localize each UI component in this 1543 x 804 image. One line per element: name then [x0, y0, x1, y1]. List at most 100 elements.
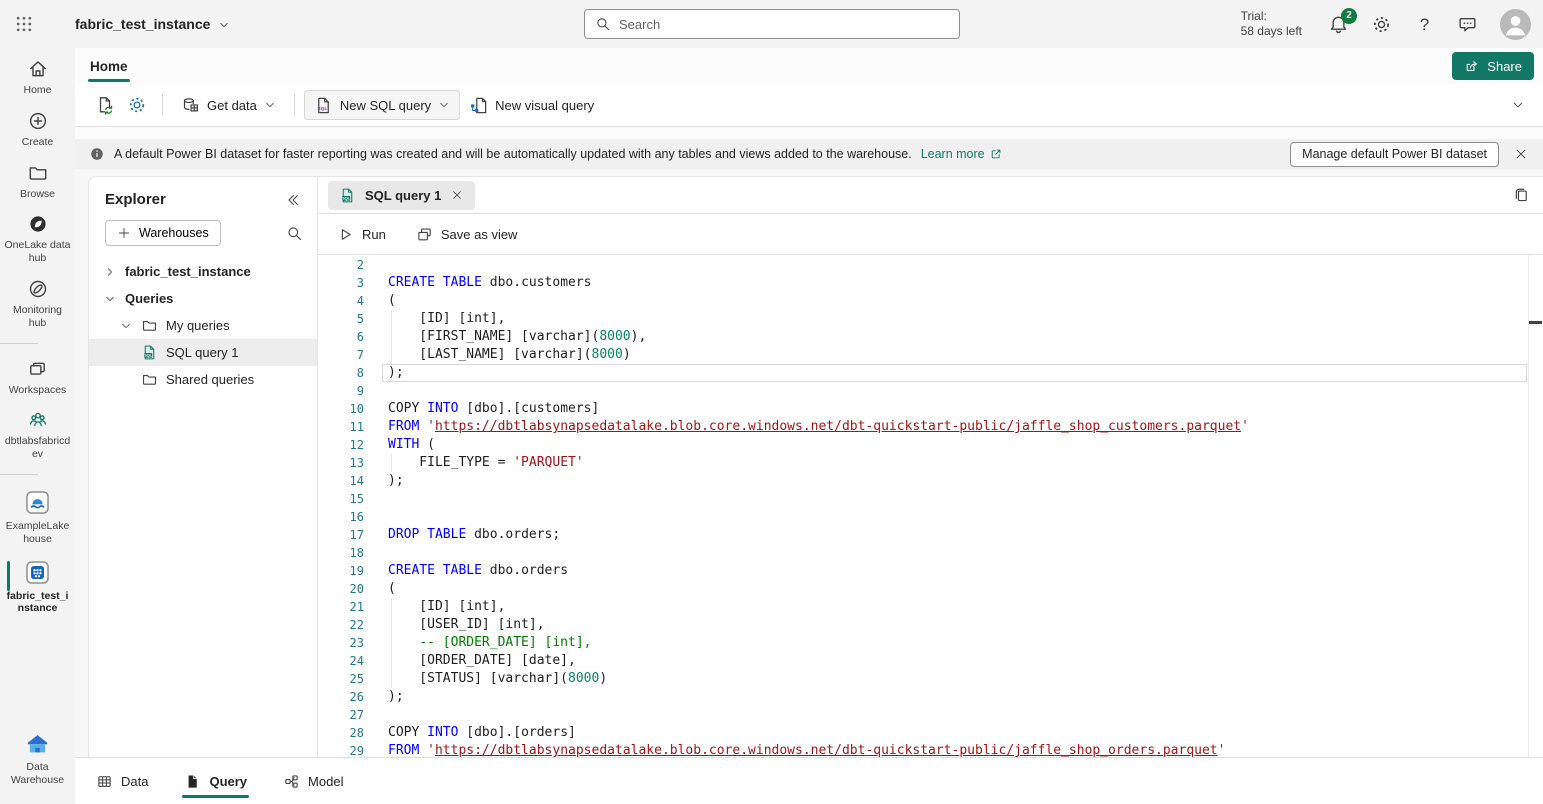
- tree-item-shared-queries[interactable]: Shared queries: [89, 366, 317, 393]
- warehouse-settings-button[interactable]: [121, 90, 153, 120]
- tree-item-my-queries[interactable]: My queries: [89, 312, 317, 339]
- close-tab-icon[interactable]: [450, 188, 464, 202]
- toolbar-divider: [162, 94, 163, 116]
- search-input[interactable]: [619, 17, 949, 32]
- tree-item-label: My queries: [166, 318, 230, 333]
- bottom-tab-data[interactable]: Data: [96, 758, 148, 804]
- new-sql-query-button[interactable]: SQL New SQL query: [304, 90, 460, 120]
- account-avatar[interactable]: [1500, 9, 1531, 40]
- code-text: [ORDER_DATE] [date],: [364, 652, 576, 670]
- code-line: 19CREATE TABLE dbo.orders: [318, 562, 1543, 580]
- rail-item-onelake-data-hub[interactable]: OneLake data hub: [0, 213, 75, 265]
- rail-item-browse[interactable]: Browse: [0, 162, 75, 201]
- line-number: 13: [318, 454, 364, 472]
- warehouse-tile-icon: [24, 559, 51, 586]
- manage-dataset-button[interactable]: Manage default Power BI dataset: [1290, 142, 1499, 167]
- line-number: 6: [318, 328, 364, 346]
- header-surface: Home Share Get data SQL New SQL quer: [75, 48, 1543, 127]
- bottom-tab-label: Data: [121, 774, 148, 789]
- line-number: 5: [318, 310, 364, 328]
- query-tab-bar: SQL SQL query 1: [318, 177, 1543, 214]
- rail-item-monitoring-hub[interactable]: Monitoring hub: [0, 278, 75, 330]
- code-line: 2: [318, 256, 1543, 274]
- line-number: 21: [318, 598, 364, 616]
- rail-item-examplelakehouse[interactable]: ExampleLakehouse: [0, 489, 75, 546]
- workspace-switcher[interactable]: fabric_test_instance: [75, 16, 230, 32]
- rail-item-home[interactable]: Home: [0, 58, 75, 97]
- rail-item-label: ExampleLakehouse: [4, 520, 72, 546]
- ribbon-collapse-chevron-icon[interactable]: [1511, 98, 1525, 112]
- copy-icon[interactable]: [1512, 186, 1530, 204]
- chevron-right-icon: [104, 266, 116, 278]
- collapse-panel-icon[interactable]: [285, 192, 301, 208]
- code-text: COPY INTO [dbo].[customers]: [364, 400, 599, 418]
- code-text: [364, 490, 388, 508]
- svg-text:SQL: SQL: [342, 196, 350, 200]
- rail-item-label: Monitoring hub: [4, 304, 72, 330]
- query-tab[interactable]: SQL SQL query 1: [328, 181, 475, 210]
- settings-button[interactable]: [1371, 14, 1392, 35]
- topbar-actions: Trial: 58 days left 2 ?: [1241, 0, 1543, 48]
- person-icon: [1500, 9, 1531, 40]
- line-number: 9: [318, 382, 364, 400]
- top-bar: fabric_test_instance Trial: 58 days left…: [0, 0, 1543, 48]
- app-launcher-button[interactable]: [0, 0, 48, 48]
- new-report-button[interactable]: [89, 90, 121, 120]
- explorer-tree: fabric_test_instanceQueries My queries SQL…: [89, 258, 317, 393]
- run-button[interactable]: Run: [337, 226, 386, 243]
- code-line: 6 [FIRST_NAME] [varchar](8000),: [318, 328, 1543, 346]
- line-number: 20: [318, 580, 364, 598]
- bottom-tab-query[interactable]: Query: [184, 758, 247, 804]
- people-icon: [27, 409, 49, 431]
- bottom-tab-model[interactable]: Model: [283, 758, 343, 804]
- tree-item-sql-query-1[interactable]: SQLSQL query 1: [89, 339, 317, 366]
- learn-more-link[interactable]: Learn more: [921, 147, 1003, 161]
- sql-code-editor[interactable]: 23CREATE TABLE dbo.customers4(5 [ID] [in…: [318, 255, 1543, 757]
- rail-item-dbtlabsfabricdev[interactable]: dbtlabsfabricdev: [0, 409, 75, 461]
- global-search[interactable]: [584, 9, 960, 39]
- feedback-button[interactable]: [1457, 14, 1478, 35]
- line-number: 23: [318, 634, 364, 652]
- notifications-button[interactable]: 2: [1328, 14, 1349, 35]
- dw-house-icon: [24, 730, 51, 757]
- rail-item-workspaces[interactable]: Workspaces: [0, 358, 75, 397]
- query-editor-panel: SQL SQL query 1 Run Save as view 23CREAT…: [318, 176, 1543, 757]
- line-number: 22: [318, 616, 364, 634]
- rail-item-fabric-test-instance[interactable]: fabric_test_instance: [0, 559, 75, 616]
- save-as-view-button[interactable]: Save as view: [416, 226, 518, 243]
- code-line: 15: [318, 490, 1543, 508]
- line-number: 19: [318, 562, 364, 580]
- add-warehouses-button[interactable]: Warehouses: [105, 220, 221, 246]
- folder-icon: [141, 317, 158, 334]
- menu-tab-row: Home Share: [75, 48, 1543, 84]
- rail-item-create[interactable]: Create: [0, 110, 75, 149]
- chevron-down-icon: [104, 293, 116, 305]
- banner-message: A default Power BI dataset for faster re…: [114, 147, 912, 161]
- line-number: 8: [318, 364, 364, 382]
- code-line: 13 FILE_TYPE = 'PARQUET': [318, 454, 1543, 472]
- code-line: 5 [ID] [int],: [318, 310, 1543, 328]
- get-data-button[interactable]: Get data: [172, 90, 285, 120]
- tree-item-queries[interactable]: Queries: [89, 285, 317, 312]
- rail-item-label: Create: [4, 136, 72, 149]
- new-visual-query-label: New visual query: [495, 98, 594, 113]
- help-button[interactable]: ?: [1414, 14, 1435, 35]
- tab-home[interactable]: Home: [88, 53, 130, 80]
- compass-icon: [27, 278, 49, 300]
- code-text: );: [364, 688, 404, 706]
- tree-item-fabric-test-instance[interactable]: fabric_test_instance: [89, 258, 317, 285]
- share-button[interactable]: Share: [1452, 52, 1534, 80]
- rail-items: Home Create Browse OneLake data hub Monitori…: [0, 58, 75, 628]
- editor-overview-ruler[interactable]: [1528, 255, 1543, 757]
- code-text: [FIRST_NAME] [varchar](8000),: [364, 328, 646, 346]
- line-number: 7: [318, 346, 364, 364]
- new-visual-query-button[interactable]: New visual query: [460, 90, 603, 120]
- waffle-icon: [14, 14, 34, 34]
- line-number: 17: [318, 526, 364, 544]
- rail-item-data-warehouse[interactable]: Data Warehouse: [0, 730, 75, 787]
- code-line: 4(: [318, 292, 1543, 310]
- svg-text:SQL: SQL: [317, 105, 327, 111]
- code-line: 17DROP TABLE dbo.orders;: [318, 526, 1543, 544]
- banner-close-icon[interactable]: [1513, 146, 1529, 162]
- explorer-search-icon[interactable]: [286, 225, 303, 242]
